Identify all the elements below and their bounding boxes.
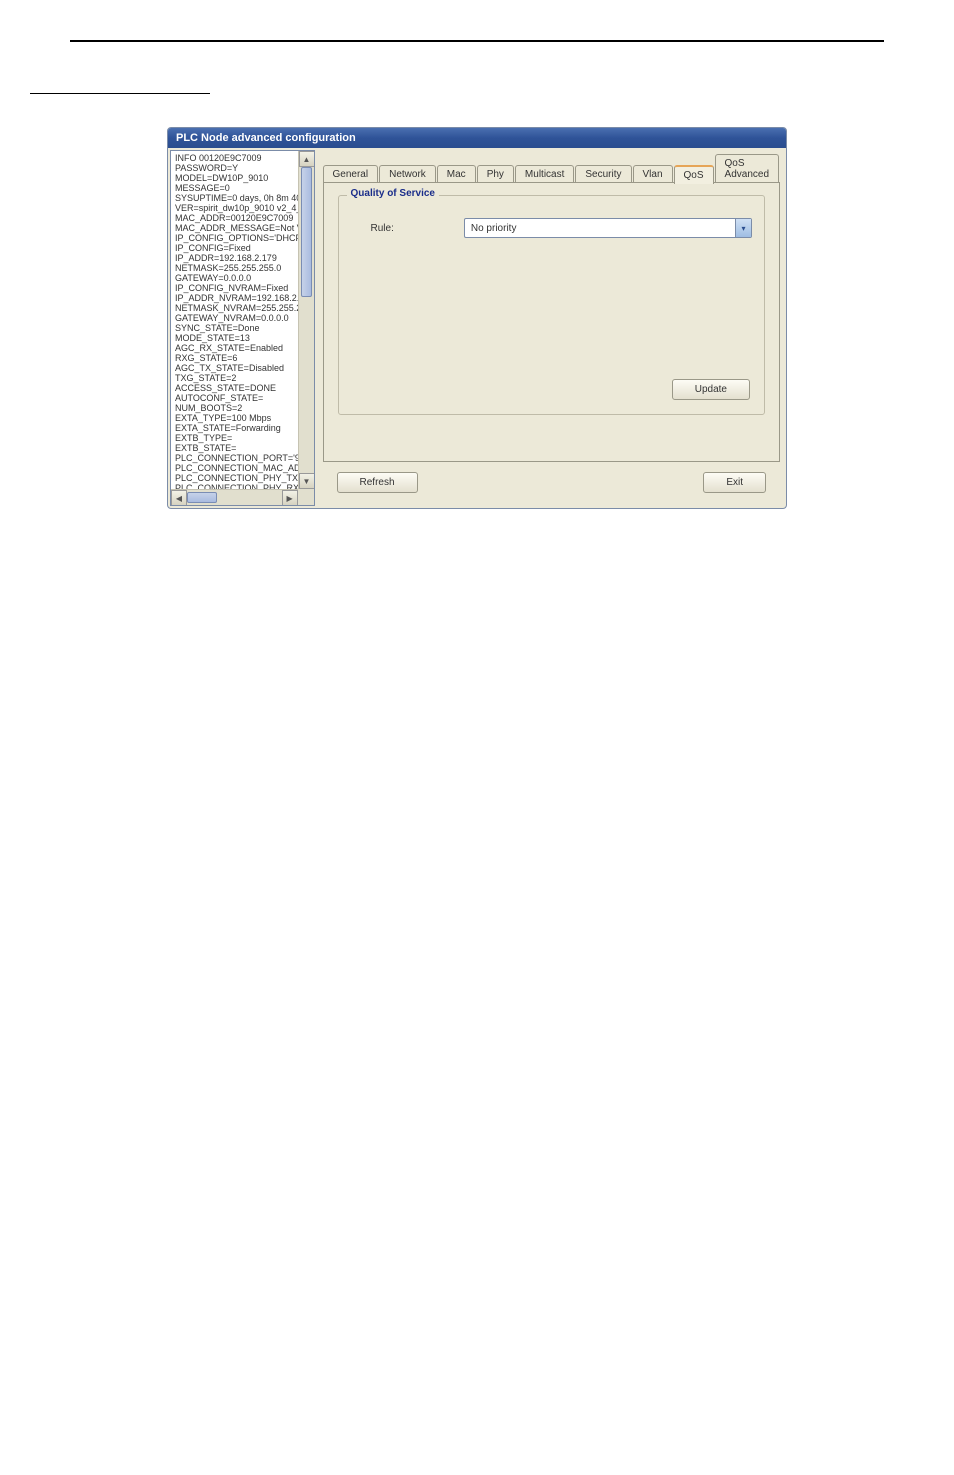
info-line: NUM_BOOTS=2 <box>175 403 310 413</box>
info-panel: INFO 00120E9C7009PASSWORD=YMODEL=DW10P_9… <box>170 150 315 506</box>
qos-groupbox: Quality of Service Rule: No priority ▾ U… <box>338 195 765 415</box>
info-line: AGC_RX_STATE=Enabled <box>175 343 310 353</box>
info-line: NETMASK=255.255.255.0 <box>175 263 310 273</box>
scroll-down-icon[interactable]: ▼ <box>299 473 315 489</box>
vertical-scrollbar[interactable]: ▲ ▼ <box>298 151 314 489</box>
info-line: IP_ADDR=192.168.2.179 <box>175 253 310 263</box>
info-line: EXTB_STATE= <box>175 443 310 453</box>
info-line: EXTB_TYPE= <box>175 433 310 443</box>
horizontal-scrollbar[interactable]: ◀ ▶ <box>171 489 298 505</box>
rule-select-value: No priority <box>465 223 735 234</box>
update-button[interactable]: Update <box>672 379 750 400</box>
tab-phy[interactable]: Phy <box>477 165 514 183</box>
qos-group-title: Quality of Service <box>347 188 439 199</box>
info-line: MESSAGE=0 <box>175 183 310 193</box>
info-line: MAC_ADDR_MESSAGE=Not Valid. Please, upd <box>175 223 310 233</box>
info-line: IP_CONFIG=Fixed <box>175 243 310 253</box>
tab-content-qos: Quality of Service Rule: No priority ▾ U… <box>323 182 780 462</box>
rule-select[interactable]: No priority ▾ <box>464 218 752 238</box>
info-line: RXG_STATE=6 <box>175 353 310 363</box>
scroll-up-icon[interactable]: ▲ <box>299 151 315 167</box>
tabs-row: GeneralNetworkMacPhyMulticastSecurityVla… <box>323 154 780 183</box>
scroll-thumb-vertical[interactable] <box>301 167 312 297</box>
tab-qos-advanced[interactable]: QoS Advanced <box>715 154 779 183</box>
scroll-left-icon[interactable]: ◀ <box>171 490 187 506</box>
info-line: VER=spirit_dw10p_9010 v2_4_6_G_cvs <box>175 203 310 213</box>
config-dialog: PLC Node advanced configuration INFO 001… <box>167 127 787 509</box>
tab-network[interactable]: Network <box>379 165 436 183</box>
tab-security[interactable]: Security <box>575 165 631 183</box>
info-line: GATEWAY=0.0.0.0 <box>175 273 310 283</box>
rule-label: Rule: <box>371 223 394 234</box>
tab-mac[interactable]: Mac <box>437 165 476 183</box>
info-line: MAC_ADDR=00120E9C7009 <box>175 213 310 223</box>
dialog-titlebar: PLC Node advanced configuration <box>168 128 786 148</box>
info-line: PASSWORD=Y <box>175 163 310 173</box>
info-line: SYNC_STATE=Done <box>175 323 310 333</box>
info-line: INFO 00120E9C7009 <box>175 153 310 163</box>
info-line: PLC_CONNECTION_PHY_TX_XPUT=156 Mbp <box>175 473 310 483</box>
scroll-right-icon[interactable]: ▶ <box>282 490 298 506</box>
info-line: AGC_TX_STATE=Disabled <box>175 363 310 373</box>
tab-qos[interactable]: QoS <box>674 165 714 184</box>
info-line: EXTA_STATE=Forwarding <box>175 423 310 433</box>
info-line: TXG_STATE=2 <box>175 373 310 383</box>
scroll-thumb-horizontal[interactable] <box>187 492 217 503</box>
info-line: MODEL=DW10P_9010 <box>175 173 310 183</box>
info-line: ACCESS_STATE=DONE <box>175 383 310 393</box>
dialog-title: PLC Node advanced configuration <box>176 132 356 144</box>
exit-button[interactable]: Exit <box>703 472 766 493</box>
tab-multicast[interactable]: Multicast <box>515 165 574 183</box>
info-line: GATEWAY_NVRAM=0.0.0.0 <box>175 313 310 323</box>
tab-general[interactable]: General <box>323 165 379 183</box>
info-line: PLC_CONNECTION_MAC_ADDR='00120E9C7 <box>175 463 310 473</box>
tab-vlan[interactable]: Vlan <box>633 165 673 183</box>
chevron-down-icon[interactable]: ▾ <box>735 219 751 237</box>
info-line: IP_CONFIG_NVRAM=Fixed <box>175 283 310 293</box>
info-line: IP_CONFIG_OPTIONS='DHCP','Fixed' <box>175 233 310 243</box>
info-line: MODE_STATE=13 <box>175 333 310 343</box>
refresh-button[interactable]: Refresh <box>337 472 418 493</box>
info-line: SYSUPTIME=0 days, 0h 8m 40s <box>175 193 310 203</box>
info-line: IP_ADDR_NVRAM=192.168.2.179 <box>175 293 310 303</box>
info-line: PLC_CONNECTION_PORT='9' <box>175 453 310 463</box>
info-line: AUTOCONF_STATE= <box>175 393 310 403</box>
info-line: EXTA_TYPE=100 Mbps <box>175 413 310 423</box>
right-panel: GeneralNetworkMacPhyMulticastSecurityVla… <box>317 148 786 508</box>
info-line: NETMASK_NVRAM=255.255.255.0 <box>175 303 310 313</box>
